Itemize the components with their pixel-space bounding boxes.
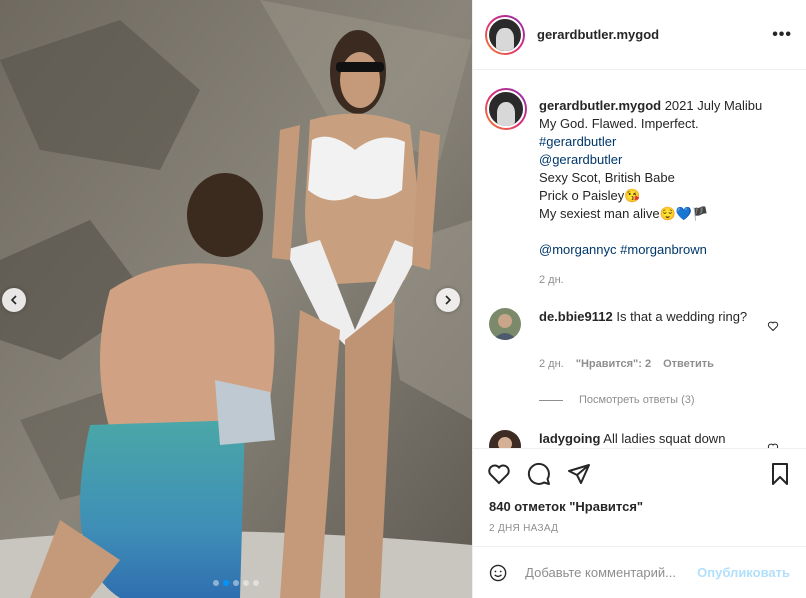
emoji-icon[interactable] <box>489 561 507 585</box>
comment-meta: 2 дн. "Нравится": 2 Ответить <box>539 358 714 370</box>
comment-input[interactable] <box>523 564 698 581</box>
heart-icon[interactable] <box>487 462 511 486</box>
carousel-dot <box>243 580 249 586</box>
add-comment-bar: Опубликовать <box>473 546 806 598</box>
action-icons <box>473 449 806 499</box>
reply-button[interactable]: Ответить <box>663 358 714 370</box>
post-date[interactable]: 2 ДНЯ НАЗАД <box>489 523 558 534</box>
heart-icon[interactable] <box>767 320 779 332</box>
post-header: gerardbutler.mygod ••• <box>473 0 806 70</box>
hashtag-link[interactable]: #morganbrown <box>620 242 707 257</box>
caption-line: Sexy Scot, British Babe <box>539 170 675 185</box>
header-username[interactable]: gerardbutler.mygod <box>537 27 772 42</box>
carousel-dot-active <box>223 580 229 586</box>
post-photo[interactable] <box>0 0 472 598</box>
comment-likes[interactable]: "Нравится": 2 <box>576 358 651 370</box>
comments-scroll[interactable]: gerardbutler.mygod 2021 July Malibu My G… <box>473 71 806 448</box>
post-side-panel: gerardbutler.mygod ••• gerardbutler.mygo… <box>472 0 806 598</box>
comment-time[interactable]: 2 дн. <box>539 358 564 370</box>
avatar[interactable] <box>489 308 521 340</box>
carousel-dot <box>213 580 219 586</box>
caption-username[interactable]: gerardbutler.mygod <box>539 98 661 113</box>
caption-time[interactable]: 2 дн. <box>539 271 806 289</box>
comment-text: de.bbie9112 Is that a wedding ring? <box>539 308 759 326</box>
caption-line: My God. Flawed. Imperfect. <box>539 116 699 131</box>
view-replies-label: Посмотреть ответы (3) <box>579 394 695 406</box>
publish-button[interactable]: Опубликовать <box>697 565 790 580</box>
post-actions: 840 отметок "Нравится" 2 ДНЯ НАЗАД <box>473 448 806 534</box>
comment-username[interactable]: de.bbie9112 <box>539 309 613 324</box>
carousel-prev-button[interactable] <box>2 288 26 312</box>
photo-image <box>0 0 472 598</box>
likes-count[interactable]: 840 отметок "Нравится" <box>489 499 643 514</box>
carousel-dots <box>0 580 472 586</box>
caption-line: My sexiest man alive😌💙🏴 <box>539 206 709 221</box>
carousel-dot <box>253 580 259 586</box>
mention-link[interactable]: @morgannyc <box>539 242 617 257</box>
carousel-dot <box>233 580 239 586</box>
carousel-next-button[interactable] <box>436 288 460 312</box>
avatar[interactable] <box>489 430 521 448</box>
chevron-right-icon <box>445 295 452 305</box>
comment-icon[interactable] <box>527 462 551 486</box>
comment-body: Is that a wedding ring? <box>616 309 748 324</box>
bookmark-icon[interactable] <box>768 462 792 486</box>
comment-username[interactable]: ladygoing <box>539 431 600 446</box>
comment-text: ladygoing All ladies squat down <box>539 430 759 448</box>
caption-text: gerardbutler.mygod 2021 July Malibu My G… <box>539 97 806 289</box>
mention-link[interactable]: @gerardbutler <box>539 151 806 169</box>
avatar[interactable] <box>485 14 525 55</box>
share-icon[interactable] <box>567 462 591 486</box>
hashtag-link[interactable]: #gerardbutler <box>539 133 806 151</box>
comment-body: All ladies squat down <box>603 431 726 446</box>
more-horizontal-icon[interactable]: ••• <box>772 26 792 44</box>
caption-line: Prick o Paisley😘 <box>539 188 641 203</box>
caption-line: 2021 July Malibu <box>664 98 763 113</box>
view-replies-button[interactable]: Посмотреть ответы (3) <box>539 394 695 406</box>
caption-avatar[interactable] <box>485 88 527 130</box>
chevron-left-icon <box>10 295 17 305</box>
